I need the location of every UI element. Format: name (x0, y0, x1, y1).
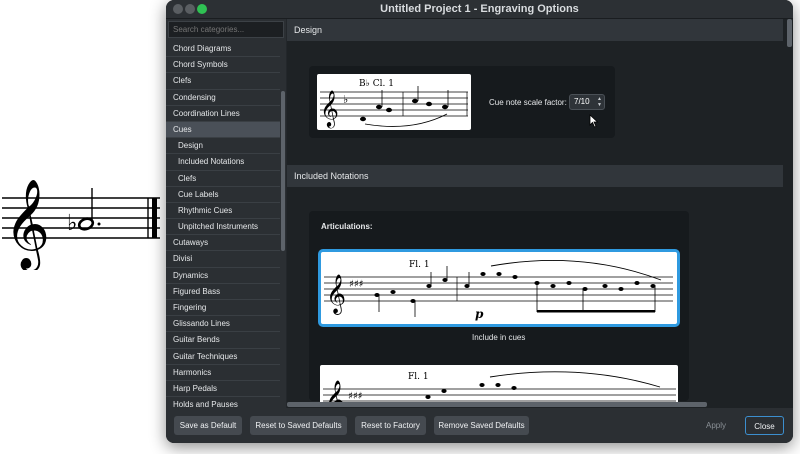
main-vertical-scrollbar-thumb[interactable] (787, 19, 792, 47)
sidebar-item-chord-symbols[interactable]: Chord Symbols (166, 57, 280, 74)
design-example-label: B♭ Cl. 1 (359, 79, 394, 89)
sidebar-item-guitar-bends[interactable]: Guitar Bends (166, 332, 280, 349)
window-title: Untitled Project 1 - Engraving Options (380, 3, 579, 15)
sidebar-item-condensing[interactable]: Condensing (166, 90, 280, 106)
pointer-cursor-icon (589, 114, 599, 128)
design-example-score: 𝄞 ♭ B♭ Cl. 1 (317, 74, 471, 130)
cue-scale-label: Cue note scale factor: (489, 98, 567, 107)
treble-clef-icon: 𝄞 (326, 274, 346, 315)
save-as-default-button[interactable]: Save as Default (174, 416, 242, 435)
sidebar-item-fingering[interactable]: Fingering (166, 300, 280, 317)
sidebar-item-divisi[interactable]: Divisi (166, 251, 280, 268)
sidebar-item-chord-diagrams[interactable]: Chord Diagrams (166, 41, 280, 58)
category-list: Chord Diagrams Chord Symbols Clefs Conde… (166, 41, 280, 408)
flat-icon: ♭ (343, 93, 348, 106)
sidebar-subitem-rhythmic-cues[interactable]: Rhythmic Cues (166, 203, 280, 220)
engraving-options-window: Untitled Project 1 - Engraving Options C… (166, 0, 793, 443)
sidebar-subitem-design[interactable]: Design (166, 138, 280, 155)
category-search-input[interactable] (168, 21, 284, 38)
title-bar: Untitled Project 1 - Engraving Options (166, 0, 793, 19)
section-heading-included-notations: Included Notations (287, 165, 783, 187)
background-staff-fragment: 𝄞 ♭ (2, 179, 160, 270)
included-notations-panel: Articulations: 𝄞 ♯♯♯ Fl. 1 p Include in … (309, 211, 689, 407)
svg-text:♯♯♯: ♯♯♯ (349, 279, 364, 290)
sidebar-scrollbar-thumb[interactable] (281, 91, 285, 251)
spinner-down-icon[interactable]: ▼ (597, 103, 602, 108)
main-horizontal-scrollbar-thumb[interactable] (287, 402, 707, 407)
sidebar-item-cues[interactable]: Cues (166, 121, 280, 139)
treble-clef-icon: 𝄞 (320, 89, 339, 128)
category-sidebar: Chord Diagrams Chord Symbols Clefs Conde… (166, 19, 286, 408)
sidebar-subitem-included-notations[interactable]: Included Notations (166, 154, 280, 171)
design-option-panel: 𝄞 ♭ B♭ Cl. 1 Cue note scale factor: 7/10… (309, 66, 615, 138)
dynamic-mark: p (475, 307, 484, 321)
cue-scale-spinner[interactable]: 7/10 ▲ ▼ (569, 94, 605, 110)
reset-to-factory-button[interactable]: Reset to Factory (355, 416, 426, 435)
apply-button[interactable]: Apply (696, 416, 736, 435)
sidebar-item-dynamics[interactable]: Dynamics (166, 268, 280, 284)
flat-icon: ♭ (67, 211, 77, 236)
reset-to-saved-defaults-button[interactable]: Reset to Saved Defaults (250, 416, 347, 435)
excluded-example-label: Fl. 1 (408, 372, 429, 382)
articulations-example-excluded[interactable]: 𝄞 ♯♯♯ Fl. 1 (320, 365, 678, 407)
sidebar-item-guitar-techniques[interactable]: Guitar Techniques (166, 349, 280, 365)
articulations-example-selected[interactable]: 𝄞 ♯♯♯ Fl. 1 p (318, 249, 680, 327)
sidebar-subitem-unpitched-instruments[interactable]: Unpitched Instruments (166, 219, 280, 236)
articulations-label: Articulations: (321, 222, 373, 231)
include-in-cues-caption: Include in cues (472, 333, 526, 342)
sidebar-item-figured-bass[interactable]: Figured Bass (166, 284, 280, 300)
sidebar-item-harmonics[interactable]: Harmonics (166, 365, 280, 381)
treble-clef-icon: 𝄞 (4, 179, 50, 270)
remove-saved-defaults-button[interactable]: Remove Saved Defaults (434, 416, 529, 435)
included-example-label: Fl. 1 (409, 260, 430, 270)
sidebar-item-cutaways[interactable]: Cutaways (166, 235, 280, 252)
main-vertical-scrollbar[interactable] (787, 19, 792, 408)
sidebar-scrollbar[interactable] (281, 41, 285, 408)
close-button[interactable]: Close (745, 416, 784, 435)
sidebar-item-harp-pedals[interactable]: Harp Pedals (166, 381, 280, 398)
sidebar-subitem-cue-labels[interactable]: Cue Labels (166, 187, 280, 203)
main-horizontal-scrollbar[interactable] (287, 402, 783, 407)
sidebar-subitem-clefs[interactable]: Clefs (166, 171, 280, 187)
cue-scale-value: 7/10 (574, 97, 590, 106)
dialog-footer: Save as Default Reset to Saved Defaults … (166, 408, 793, 443)
sidebar-item-clefs[interactable]: Clefs (166, 73, 280, 90)
options-main-panel: Design 𝄞 ♭ B♭ Cl. 1 Cue note scale facto… (287, 19, 793, 408)
sidebar-item-coordination-lines[interactable]: Coordination Lines (166, 106, 280, 122)
sidebar-item-glissando-lines[interactable]: Glissando Lines (166, 316, 280, 333)
svg-text:♯♯♯: ♯♯♯ (348, 391, 363, 402)
section-heading-design: Design (287, 19, 783, 41)
sidebar-item-holds-and-pauses[interactable]: Holds and Pauses (166, 397, 280, 408)
